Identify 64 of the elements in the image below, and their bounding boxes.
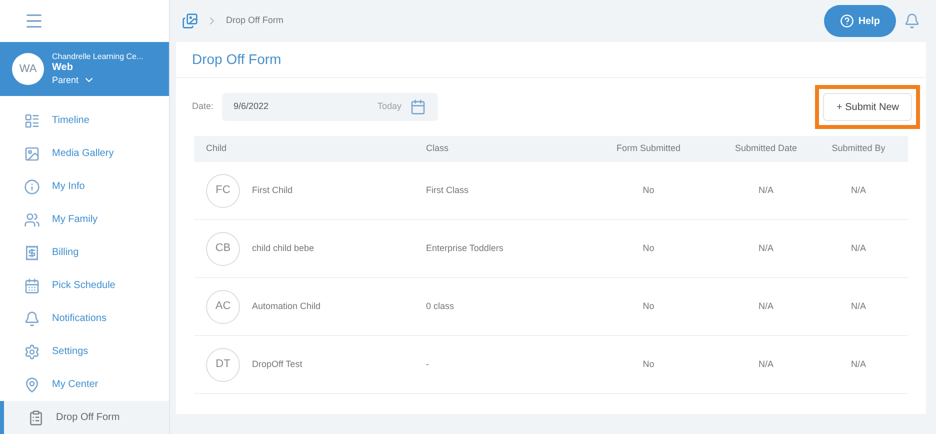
help-icon [840,14,854,28]
sidebar-item[interactable]: My Center [0,368,169,401]
sidebar-item[interactable]: My Family [0,203,169,236]
today-link[interactable]: Today [377,100,402,114]
table-cell-text: Enterprise Toddlers [426,242,504,255]
breadcrumb-item: Drop Off Form [226,14,284,28]
table-cell-text: N/A [757,242,774,255]
user-name: Web [52,62,74,74]
bell-icon[interactable] [904,13,920,29]
image-icon [24,146,40,162]
sidebar-item[interactable]: Drop Off Form [0,401,169,434]
sidebar-item[interactable]: Billing [0,236,169,269]
profile-card[interactable]: WA Chandrelle Learning Ce... Web Parent [0,42,169,96]
column-header: Submitted By [830,142,886,156]
info-icon [24,178,40,194]
pin-icon [24,376,40,392]
child-avatar: AC [206,290,240,324]
table-cell-text: Automation Child [252,300,321,313]
sidebar-item[interactable]: Timeline [0,104,169,137]
sidebar-item[interactable]: Notifications [0,302,169,335]
user-role: Parent [52,74,79,86]
table-cell-text: - [426,358,430,371]
child-avatar: FC [206,174,240,208]
calendar-icon [24,278,40,294]
receipt-icon [24,244,40,260]
column-header: Form Submitted [615,142,682,156]
sidebar-item[interactable]: Pick Schedule [0,269,169,302]
table-cell-text: N/A [757,300,774,313]
date-field[interactable]: 9/6/2022 Today [222,93,438,121]
column-header: Submitted Date [734,142,798,156]
organization-name: Chandrelle Learning Ce... [52,52,144,62]
table-cell-text: N/A [757,358,774,371]
table-cell-text: 0 class [426,300,456,313]
table-cell-text: N/A [850,184,867,197]
settings-icon [24,344,40,360]
bell-icon [24,310,40,326]
child-avatar: DT [206,348,240,382]
calendar-icon[interactable] [410,99,426,115]
table-cell-text: No [642,184,656,197]
table-cell-text: First Class [426,184,470,197]
child-avatar: CB [206,232,240,266]
help-button[interactable]: Help [824,5,896,37]
table-cell-text: No [642,242,656,255]
table-cell-text: N/A [850,358,867,371]
table-cell-text: N/A [850,300,867,313]
avatar: WA [12,53,44,85]
table-cell-text: DropOff Test [252,358,302,371]
clipboard-icon [28,410,44,426]
column-header: Child [206,142,228,156]
table-cell-text: child child bebe [252,242,314,255]
table-cell-text: N/A [757,184,774,197]
submit-new-button[interactable]: + Submit New [823,93,912,121]
timeline-icon [24,112,40,128]
column-header: Class [426,142,450,156]
table-cell-text: N/A [850,242,867,255]
sidebar-item[interactable]: My Info [0,170,169,203]
table-cell-text: First Child [252,184,293,197]
page-title: Drop Off Form [192,50,282,69]
table-cell-text: No [642,358,656,371]
people-icon [24,212,40,228]
sidebar-item[interactable]: Media Gallery [0,137,169,170]
table-cell-text: No [642,300,656,313]
sidebar-item[interactable]: Settings [0,335,169,368]
date-label: Date: [192,100,214,114]
